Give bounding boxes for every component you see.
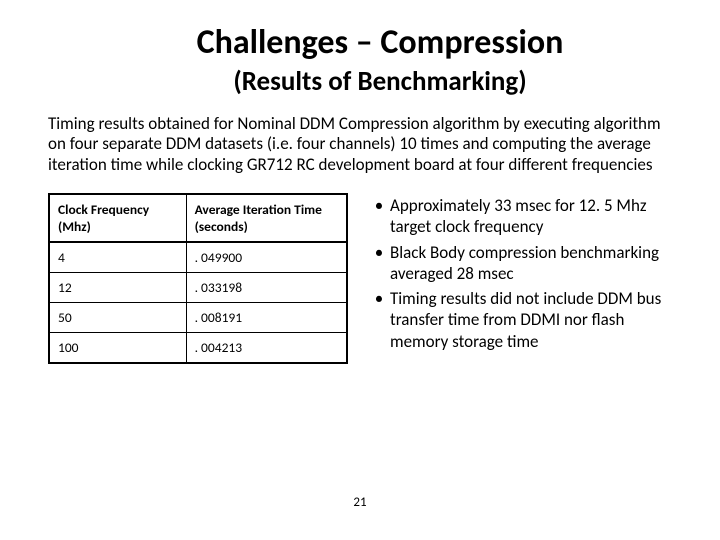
list-item: • Timing results did not include DDM bus… xyxy=(368,288,672,352)
bullet-text: Timing results did not include DDM bus t… xyxy=(390,288,672,352)
list-item: • Black Body compression benchmarking av… xyxy=(368,242,672,285)
table-header-frequency: Clock Frequency (Mhz) xyxy=(49,194,186,242)
cell-time: . 004213 xyxy=(186,333,347,364)
bullet-dot-icon: • xyxy=(368,288,390,352)
content-row: Clock Frequency (Mhz) Average Iteration … xyxy=(48,193,672,364)
results-table-wrap: Clock Frequency (Mhz) Average Iteration … xyxy=(48,193,348,364)
cell-freq: 50 xyxy=(49,303,186,333)
bullet-text: Black Body compression benchmarking aver… xyxy=(390,242,672,285)
bullet-text: Approximately 33 msec for 12. 5 Mhz targ… xyxy=(390,195,672,238)
results-table: Clock Frequency (Mhz) Average Iteration … xyxy=(48,193,348,364)
table-row: 4 . 049900 xyxy=(49,242,347,273)
table-header-time: Average Iteration Time (seconds) xyxy=(186,194,347,242)
cell-freq: 4 xyxy=(49,242,186,273)
bullet-list: • Approximately 33 msec for 12. 5 Mhz ta… xyxy=(368,195,672,352)
bullets-wrap: • Approximately 33 msec for 12. 5 Mhz ta… xyxy=(368,193,672,364)
page-number: 21 xyxy=(0,495,720,510)
cell-freq: 100 xyxy=(49,333,186,364)
table-row: 12 . 033198 xyxy=(49,273,347,303)
table-header-row: Clock Frequency (Mhz) Average Iteration … xyxy=(49,194,347,242)
cell-freq: 12 xyxy=(49,273,186,303)
slide-description: Timing results obtained for Nominal DDM … xyxy=(48,114,672,175)
table-row: 100 . 004213 xyxy=(49,333,347,364)
slide-subtitle: (Results of Benchmarking) xyxy=(88,65,672,98)
bullet-dot-icon: • xyxy=(368,242,390,285)
cell-time: . 049900 xyxy=(186,242,347,273)
slide-title: Challenges – Compression xyxy=(88,22,672,63)
list-item: • Approximately 33 msec for 12. 5 Mhz ta… xyxy=(368,195,672,238)
cell-time: . 008191 xyxy=(186,303,347,333)
cell-time: . 033198 xyxy=(186,273,347,303)
table-row: 50 . 008191 xyxy=(49,303,347,333)
slide: Challenges – Compression (Results of Ben… xyxy=(0,0,720,540)
bullet-dot-icon: • xyxy=(368,195,390,238)
